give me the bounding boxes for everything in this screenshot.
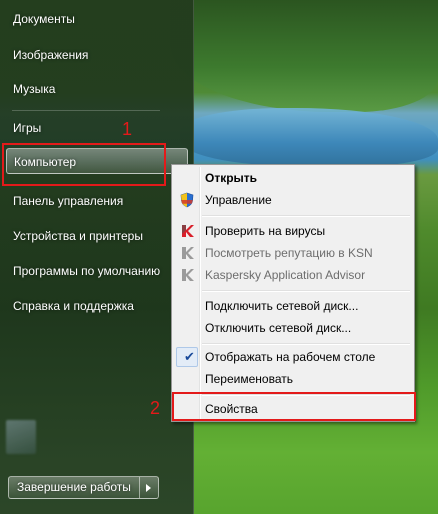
- ctx-item-rename[interactable]: Переименовать: [174, 368, 412, 390]
- ctx-item-scan-viruses-label: Проверить на вирусы: [205, 224, 326, 238]
- shutdown-button-group: Завершение работы: [8, 476, 159, 499]
- start-item-help-support[interactable]: Справка и поддержка: [6, 293, 186, 319]
- annotation-box-2: [172, 392, 416, 421]
- start-item-devices-printers[interactable]: Устройства и принтеры: [6, 223, 186, 249]
- start-item-documents[interactable]: Документы: [6, 6, 186, 32]
- ctx-item-open[interactable]: Открыть: [174, 167, 412, 189]
- ctx-item-manage[interactable]: Управление: [174, 189, 412, 211]
- annotation-number-2: 2: [150, 398, 161, 418]
- kaspersky-icon: [182, 269, 194, 281]
- annotation-number-1: 1: [122, 119, 133, 139]
- kaspersky-icon: [182, 247, 194, 259]
- ctx-separator: [202, 215, 410, 216]
- computer-context-menu: Открыть Управление Проверить на вирусы П…: [171, 164, 415, 422]
- start-item-music[interactable]: Музыка: [6, 76, 186, 102]
- ctx-item-ksn-reputation-label: Посмотреть репутацию в KSN: [205, 246, 373, 260]
- ctx-item-app-advisor-label: Kaspersky Application Advisor: [205, 268, 366, 282]
- blurred-document-icon: [6, 420, 36, 454]
- ctx-item-ksn-reputation[interactable]: Посмотреть репутацию в KSN: [174, 242, 412, 264]
- start-item-games[interactable]: Игры: [6, 115, 186, 141]
- shutdown-button[interactable]: Завершение работы: [9, 477, 139, 498]
- start-item-pictures[interactable]: Изображения: [6, 42, 186, 68]
- check-mark-icon: ✔: [176, 347, 198, 367]
- ctx-item-map-network-drive[interactable]: Подключить сетевой диск...: [174, 295, 412, 317]
- ctx-item-app-advisor[interactable]: Kaspersky Application Advisor: [174, 264, 412, 286]
- annotation-box-1: [2, 143, 166, 186]
- ctx-item-show-on-desktop-label: Отображать на рабочем столе: [205, 350, 376, 364]
- ctx-separator: [202, 343, 410, 344]
- ctx-item-manage-label: Управление: [205, 193, 272, 207]
- start-menu-right-panel: Документы Изображения Музыка Игры Компью…: [0, 0, 194, 514]
- start-item-default-programs[interactable]: Программы по умолчанию: [6, 258, 186, 284]
- ctx-item-show-on-desktop[interactable]: ✔ Отображать на рабочем столе: [174, 346, 412, 368]
- kaspersky-icon: [182, 225, 194, 237]
- start-menu-separator: [12, 110, 160, 111]
- shutdown-options-arrow-icon[interactable]: [138, 477, 158, 498]
- ctx-separator: [202, 290, 410, 291]
- ctx-item-scan-viruses[interactable]: Проверить на вирусы: [174, 220, 412, 242]
- ctx-item-disconnect-network-drive[interactable]: Отключить сетевой диск...: [174, 317, 412, 339]
- shield-icon: [180, 192, 194, 208]
- start-item-control-panel[interactable]: Панель управления: [6, 188, 186, 214]
